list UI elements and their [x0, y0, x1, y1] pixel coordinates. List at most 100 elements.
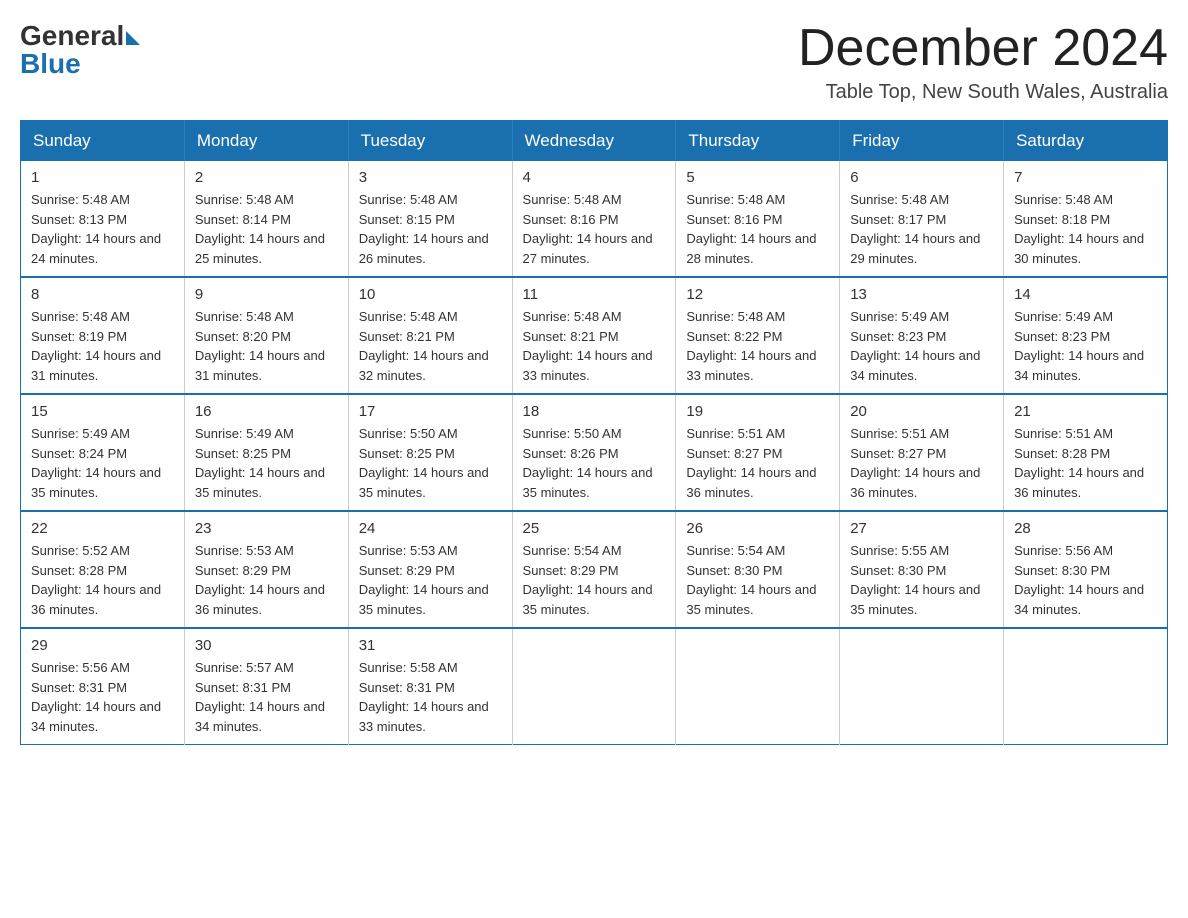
day-number: 25 [523, 520, 666, 537]
calendar-cell: 9 Sunrise: 5:48 AM Sunset: 8:20 PM Dayli… [184, 277, 348, 394]
day-number: 7 [1014, 169, 1157, 186]
day-number: 3 [359, 169, 502, 186]
day-number: 15 [31, 403, 174, 420]
calendar-cell [512, 628, 676, 745]
day-number: 28 [1014, 520, 1157, 537]
calendar-cell: 14 Sunrise: 5:49 AM Sunset: 8:23 PM Dayl… [1004, 277, 1168, 394]
calendar-cell: 24 Sunrise: 5:53 AM Sunset: 8:29 PM Dayl… [348, 511, 512, 628]
day-info: Sunrise: 5:48 AM Sunset: 8:15 PM Dayligh… [359, 190, 502, 268]
day-info: Sunrise: 5:56 AM Sunset: 8:31 PM Dayligh… [31, 658, 174, 736]
column-header-sunday: Sunday [21, 121, 185, 162]
day-info: Sunrise: 5:51 AM Sunset: 8:27 PM Dayligh… [850, 424, 993, 502]
calendar-header-row: SundayMondayTuesdayWednesdayThursdayFrid… [21, 121, 1168, 162]
day-number: 5 [686, 169, 829, 186]
day-number: 8 [31, 286, 174, 303]
calendar-cell: 16 Sunrise: 5:49 AM Sunset: 8:25 PM Dayl… [184, 394, 348, 511]
day-number: 16 [195, 403, 338, 420]
calendar-cell: 10 Sunrise: 5:48 AM Sunset: 8:21 PM Dayl… [348, 277, 512, 394]
day-info: Sunrise: 5:48 AM Sunset: 8:21 PM Dayligh… [523, 307, 666, 385]
calendar-table: SundayMondayTuesdayWednesdayThursdayFrid… [20, 120, 1168, 745]
day-info: Sunrise: 5:48 AM Sunset: 8:13 PM Dayligh… [31, 190, 174, 268]
day-number: 30 [195, 637, 338, 654]
calendar-cell: 31 Sunrise: 5:58 AM Sunset: 8:31 PM Dayl… [348, 628, 512, 745]
day-number: 31 [359, 637, 502, 654]
calendar-cell [1004, 628, 1168, 745]
day-number: 1 [31, 169, 174, 186]
location-subtitle: Table Top, New South Wales, Australia [798, 81, 1168, 104]
calendar-cell: 19 Sunrise: 5:51 AM Sunset: 8:27 PM Dayl… [676, 394, 840, 511]
calendar-cell: 25 Sunrise: 5:54 AM Sunset: 8:29 PM Dayl… [512, 511, 676, 628]
calendar-cell: 28 Sunrise: 5:56 AM Sunset: 8:30 PM Dayl… [1004, 511, 1168, 628]
day-info: Sunrise: 5:48 AM Sunset: 8:22 PM Dayligh… [686, 307, 829, 385]
calendar-cell: 2 Sunrise: 5:48 AM Sunset: 8:14 PM Dayli… [184, 161, 348, 277]
calendar-cell: 20 Sunrise: 5:51 AM Sunset: 8:27 PM Dayl… [840, 394, 1004, 511]
day-info: Sunrise: 5:51 AM Sunset: 8:27 PM Dayligh… [686, 424, 829, 502]
calendar-week-row: 22 Sunrise: 5:52 AM Sunset: 8:28 PM Dayl… [21, 511, 1168, 628]
day-info: Sunrise: 5:49 AM Sunset: 8:24 PM Dayligh… [31, 424, 174, 502]
calendar-week-row: 29 Sunrise: 5:56 AM Sunset: 8:31 PM Dayl… [21, 628, 1168, 745]
day-info: Sunrise: 5:48 AM Sunset: 8:21 PM Dayligh… [359, 307, 502, 385]
day-info: Sunrise: 5:52 AM Sunset: 8:28 PM Dayligh… [31, 541, 174, 619]
calendar-cell: 29 Sunrise: 5:56 AM Sunset: 8:31 PM Dayl… [21, 628, 185, 745]
day-number: 23 [195, 520, 338, 537]
calendar-cell: 7 Sunrise: 5:48 AM Sunset: 8:18 PM Dayli… [1004, 161, 1168, 277]
calendar-cell [676, 628, 840, 745]
day-info: Sunrise: 5:48 AM Sunset: 8:17 PM Dayligh… [850, 190, 993, 268]
day-info: Sunrise: 5:56 AM Sunset: 8:30 PM Dayligh… [1014, 541, 1157, 619]
calendar-cell: 23 Sunrise: 5:53 AM Sunset: 8:29 PM Dayl… [184, 511, 348, 628]
day-info: Sunrise: 5:49 AM Sunset: 8:23 PM Dayligh… [850, 307, 993, 385]
day-info: Sunrise: 5:49 AM Sunset: 8:23 PM Dayligh… [1014, 307, 1157, 385]
logo: General Blue [20, 20, 140, 80]
day-number: 9 [195, 286, 338, 303]
day-number: 13 [850, 286, 993, 303]
calendar-cell: 21 Sunrise: 5:51 AM Sunset: 8:28 PM Dayl… [1004, 394, 1168, 511]
day-number: 21 [1014, 403, 1157, 420]
logo-blue-text: Blue [20, 48, 81, 80]
day-number: 4 [523, 169, 666, 186]
day-info: Sunrise: 5:53 AM Sunset: 8:29 PM Dayligh… [195, 541, 338, 619]
calendar-week-row: 1 Sunrise: 5:48 AM Sunset: 8:13 PM Dayli… [21, 161, 1168, 277]
day-info: Sunrise: 5:57 AM Sunset: 8:31 PM Dayligh… [195, 658, 338, 736]
month-title: December 2024 [798, 20, 1168, 77]
calendar-cell: 13 Sunrise: 5:49 AM Sunset: 8:23 PM Dayl… [840, 277, 1004, 394]
column-header-wednesday: Wednesday [512, 121, 676, 162]
calendar-cell: 4 Sunrise: 5:48 AM Sunset: 8:16 PM Dayli… [512, 161, 676, 277]
day-number: 2 [195, 169, 338, 186]
day-info: Sunrise: 5:53 AM Sunset: 8:29 PM Dayligh… [359, 541, 502, 619]
calendar-cell: 6 Sunrise: 5:48 AM Sunset: 8:17 PM Dayli… [840, 161, 1004, 277]
calendar-cell: 22 Sunrise: 5:52 AM Sunset: 8:28 PM Dayl… [21, 511, 185, 628]
day-info: Sunrise: 5:54 AM Sunset: 8:30 PM Dayligh… [686, 541, 829, 619]
day-number: 29 [31, 637, 174, 654]
day-number: 17 [359, 403, 502, 420]
calendar-week-row: 15 Sunrise: 5:49 AM Sunset: 8:24 PM Dayl… [21, 394, 1168, 511]
calendar-cell: 17 Sunrise: 5:50 AM Sunset: 8:25 PM Dayl… [348, 394, 512, 511]
day-number: 19 [686, 403, 829, 420]
calendar-cell: 3 Sunrise: 5:48 AM Sunset: 8:15 PM Dayli… [348, 161, 512, 277]
day-info: Sunrise: 5:50 AM Sunset: 8:25 PM Dayligh… [359, 424, 502, 502]
day-number: 24 [359, 520, 502, 537]
calendar-cell: 12 Sunrise: 5:48 AM Sunset: 8:22 PM Dayl… [676, 277, 840, 394]
day-info: Sunrise: 5:49 AM Sunset: 8:25 PM Dayligh… [195, 424, 338, 502]
calendar-cell: 27 Sunrise: 5:55 AM Sunset: 8:30 PM Dayl… [840, 511, 1004, 628]
day-number: 6 [850, 169, 993, 186]
calendar-cell: 15 Sunrise: 5:49 AM Sunset: 8:24 PM Dayl… [21, 394, 185, 511]
column-header-monday: Monday [184, 121, 348, 162]
page-header: General Blue December 2024 Table Top, Ne… [20, 20, 1168, 104]
day-number: 18 [523, 403, 666, 420]
day-info: Sunrise: 5:50 AM Sunset: 8:26 PM Dayligh… [523, 424, 666, 502]
calendar-cell: 11 Sunrise: 5:48 AM Sunset: 8:21 PM Dayl… [512, 277, 676, 394]
calendar-cell [840, 628, 1004, 745]
day-number: 27 [850, 520, 993, 537]
calendar-week-row: 8 Sunrise: 5:48 AM Sunset: 8:19 PM Dayli… [21, 277, 1168, 394]
day-info: Sunrise: 5:48 AM Sunset: 8:14 PM Dayligh… [195, 190, 338, 268]
calendar-cell: 5 Sunrise: 5:48 AM Sunset: 8:16 PM Dayli… [676, 161, 840, 277]
day-info: Sunrise: 5:48 AM Sunset: 8:20 PM Dayligh… [195, 307, 338, 385]
day-info: Sunrise: 5:54 AM Sunset: 8:29 PM Dayligh… [523, 541, 666, 619]
logo-arrow-icon [126, 31, 140, 45]
day-info: Sunrise: 5:48 AM Sunset: 8:16 PM Dayligh… [523, 190, 666, 268]
column-header-friday: Friday [840, 121, 1004, 162]
day-info: Sunrise: 5:48 AM Sunset: 8:16 PM Dayligh… [686, 190, 829, 268]
column-header-tuesday: Tuesday [348, 121, 512, 162]
column-header-saturday: Saturday [1004, 121, 1168, 162]
calendar-cell: 1 Sunrise: 5:48 AM Sunset: 8:13 PM Dayli… [21, 161, 185, 277]
